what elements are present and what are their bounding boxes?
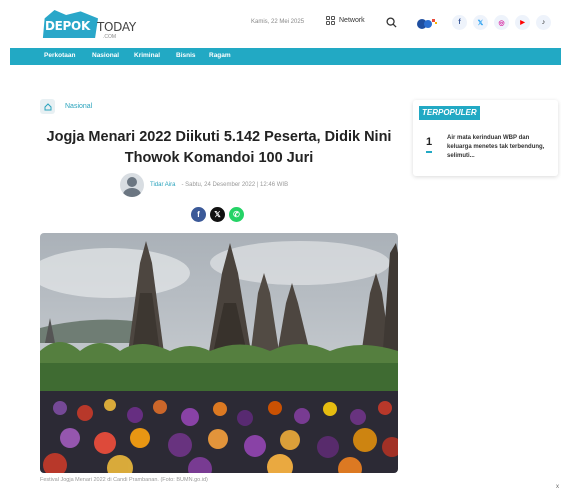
close-icon[interactable]: x [556,484,559,490]
nav-item-bisnis[interactable]: Bisnis [176,52,196,59]
facebook-share-icon[interactable]: f [191,207,206,222]
youtube-icon[interactable]: ▶ [515,15,530,30]
nav-item-kriminal[interactable]: Kriminal [134,52,160,59]
share-buttons: f 𝕏 ✆ [191,207,244,222]
nav-item-ragam[interactable]: Ragam [209,52,231,59]
instagram-glyph: ◎ [498,19,505,27]
breadcrumb-category[interactable]: Nasional [65,103,92,110]
nav-item-nasional[interactable]: Nasional [92,52,119,59]
photo-caption: Festival Jogja Menari 2022 di Candi Pram… [40,477,208,483]
logo-today-text: TODAY [97,20,136,34]
network-button[interactable]: Network [326,16,365,25]
popular-widget: TERPOPULER 1 Air mata kerinduan WBP dan … [413,100,558,176]
x-share-icon[interactable]: 𝕏 [210,207,225,222]
logo-depok-text: DEPOK [45,19,90,33]
network-label: Network [339,17,365,24]
site-header: DEPOK TODAY .COM Kamis, 22 Mei 2025 Netw… [0,0,561,47]
facebook-glyph: f [458,19,461,26]
youtube-glyph: ▶ [520,20,525,26]
popular-item-link[interactable]: Air mata kerinduan WBP dan keluarga mene… [447,134,551,161]
search-icon[interactable] [386,17,397,28]
social-links: f 𝕏 ◎ ▶ ♪ [452,15,551,30]
logo-com-text: .COM [103,34,117,40]
popular-rank: 1 [426,136,433,148]
header-date: Kamis, 22 Mei 2025 [251,19,305,25]
facebook-icon[interactable]: f [452,15,467,30]
tiktok-icon[interactable]: ♪ [536,15,551,30]
main-nav: Perkotaan Nasional Kriminal Bisnis Ragam [10,48,561,65]
tiktok-glyph: ♪ [541,19,546,26]
x-glyph: 𝕏 [477,19,484,27]
home-icon[interactable] [40,99,55,114]
avatar [120,173,144,197]
nav-item-perkotaan[interactable]: Perkotaan [44,52,75,59]
popular-heading: TERPOPULER [419,106,480,120]
site-logo[interactable]: DEPOK TODAY .COM [40,8,150,40]
publish-date: - Sabtu, 24 Desember 2022 | 12:46 WIB [181,182,289,188]
author-name[interactable]: Tidar Aira [150,182,175,188]
article-title: Jogja Menari 2022 Diikuti 5.142 Peserta,… [46,129,392,166]
breadcrumb: Nasional [40,99,92,114]
sponsor-logo-icon[interactable] [416,17,438,30]
whatsapp-share-icon[interactable]: ✆ [229,207,244,222]
article-photo [40,233,398,473]
grid-icon [326,16,335,25]
rank-underline [426,151,432,153]
instagram-icon[interactable]: ◎ [494,15,509,30]
x-icon[interactable]: 𝕏 [473,15,488,30]
article-meta: Tidar Aira - Sabtu, 24 Desember 2022 | 1… [120,173,288,197]
